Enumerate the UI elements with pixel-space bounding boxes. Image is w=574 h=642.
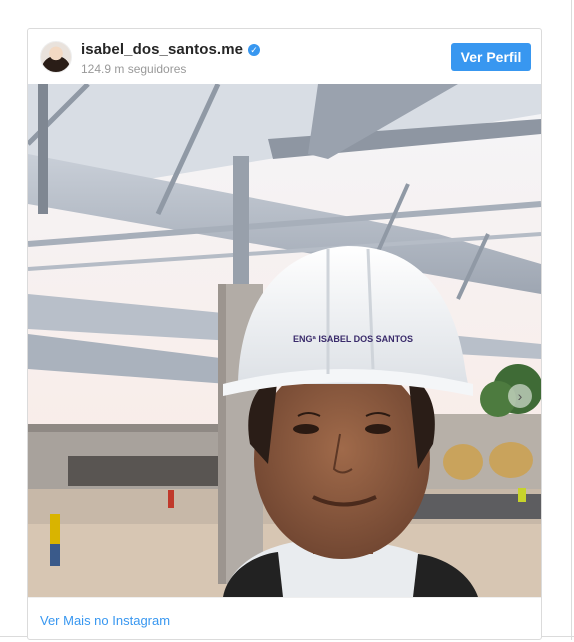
selfie-construction-image: ENGª ISABEL DOS SANTOS — [28, 84, 541, 597]
follower-count: 124.9 m seguidores — [81, 62, 187, 76]
view-profile-button[interactable]: Ver Perfil — [451, 43, 531, 71]
chevron-right-icon[interactable]: › — [508, 384, 532, 408]
post-footer: Ver Mais no Instagram — [28, 597, 541, 642]
verified-badge-icon: ✓ — [248, 44, 261, 56]
post-photo[interactable]: ENGª ISABEL DOS SANTOS › — [28, 84, 541, 597]
post-header: isabel_dos_santos.me ✓ 124.9 m seguidores… — [28, 29, 541, 84]
instagram-embed-card: isabel_dos_santos.me ✓ 124.9 m seguidores… — [27, 28, 542, 640]
helmet-label: ENGª ISABEL DOS SANTOS — [293, 334, 413, 344]
user-info: isabel_dos_santos.me ✓ 124.9 m seguidores — [81, 41, 261, 76]
avatar[interactable] — [40, 41, 72, 73]
view-more-instagram-link[interactable]: Ver Mais no Instagram — [40, 613, 170, 628]
username[interactable]: isabel_dos_santos.me — [81, 41, 243, 58]
frame-border-right — [571, 0, 572, 640]
